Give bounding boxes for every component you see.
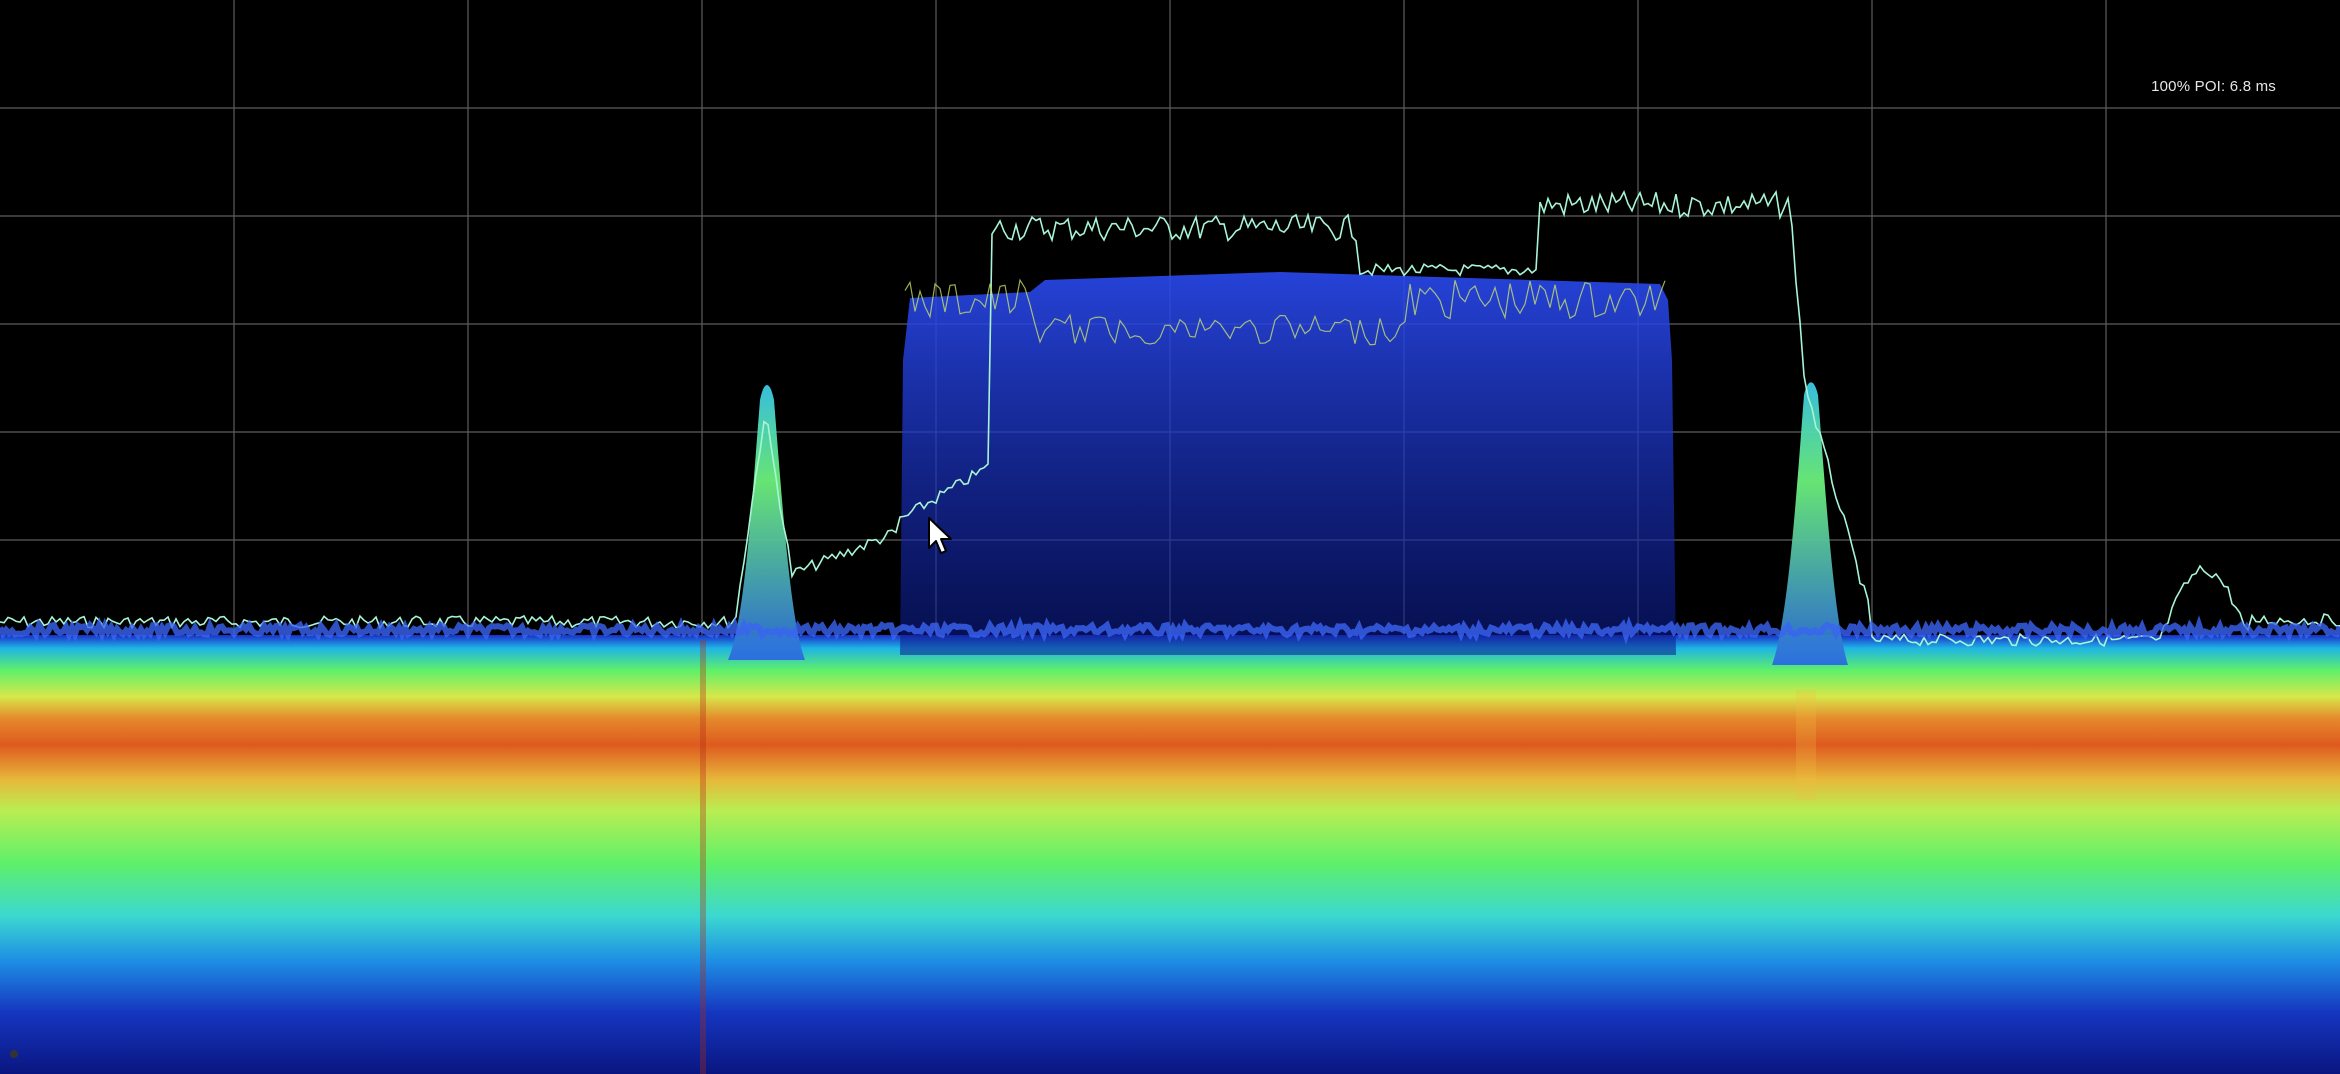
- status-indicator-dot: [10, 1050, 18, 1058]
- poi-readout: 100% POI: 6.8 ms: [2151, 78, 2276, 95]
- spectrogram-vertical-artifact: [1796, 690, 1816, 800]
- spectrogram-density: [0, 635, 2340, 1074]
- mouse-pointer-icon: [928, 517, 952, 554]
- spectrogram-vertical-artifact: [700, 640, 706, 1074]
- spectrum-density-display[interactable]: [0, 0, 2340, 1074]
- wideband-signal-density: [900, 272, 1676, 655]
